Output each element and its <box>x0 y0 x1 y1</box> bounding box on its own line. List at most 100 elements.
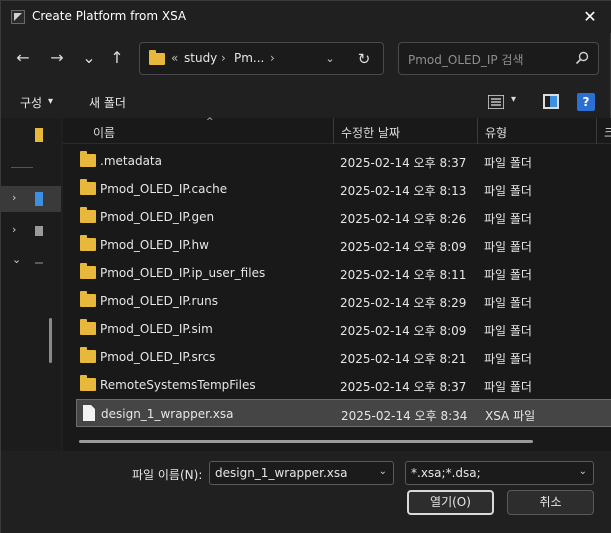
file-type: 파일 폴더 <box>484 156 532 170</box>
file-dialog-window: Create Platform from XSA ✕ ← → ⌄ ↑ « stu… <box>0 0 611 533</box>
file-name: Pmod_OLED_IP.hw <box>100 238 209 252</box>
file-type-dropdown-icon[interactable]: ⌄ <box>579 466 587 477</box>
organize-button[interactable]: 구성 <box>20 94 42 111</box>
file-date-modified: 2025-02-14 오후 8:37 <box>340 156 467 170</box>
column-divider[interactable] <box>333 118 334 144</box>
breadcrumb-item-pmod[interactable]: Pm... <box>234 51 264 65</box>
folder-icon <box>149 50 165 65</box>
command-bar: 구성 ▾ 새 폴더 ▾ ? <box>1 87 611 117</box>
folder-icon <box>80 319 96 335</box>
sort-ascending-icon: ^ <box>206 117 214 127</box>
file-type-filter[interactable]: *.xsa;*.dsa; ⌄ <box>405 461 594 485</box>
file-name: Pmod_OLED_IP.cache <box>100 182 228 196</box>
folder-icon <box>80 347 96 363</box>
close-icon[interactable]: ✕ <box>578 5 602 29</box>
file-date-modified: 2025-02-14 오후 8:29 <box>340 296 467 310</box>
folder-row[interactable]: Pmod_OLED_IP.srcs 2025-02-14 오후 8:21 파일 폴더 <box>76 343 611 371</box>
column-header: ^ 이름 수정한 날짜 유형 크 <box>63 117 611 144</box>
forward-arrow-icon[interactable]: → <box>46 47 68 69</box>
folder-icon <box>80 375 96 391</box>
file-type: 파일 폴더 <box>484 352 532 366</box>
breadcrumb-overflow[interactable]: « <box>171 51 178 65</box>
address-bar[interactable]: « study › Pm... › ⌄ ↻ <box>139 42 384 75</box>
expand-chevron-icon[interactable]: › <box>12 191 16 204</box>
nav-item[interactable]: ⌄ <box>1 248 61 274</box>
horizontal-scrollbar[interactable] <box>79 440 533 443</box>
file-date-modified: 2025-02-14 오후 8:13 <box>340 184 467 198</box>
column-size[interactable]: 크 <box>604 124 611 141</box>
file-date-modified: 2025-02-14 오후 8:11 <box>340 268 467 282</box>
address-dropdown-icon[interactable]: ⌄ <box>321 50 339 68</box>
file-type: 파일 폴더 <box>484 380 532 394</box>
file-name: Pmod_OLED_IP.gen <box>100 210 215 224</box>
view-options-chevron-icon[interactable]: ▾ <box>511 94 516 105</box>
filename-dropdown-icon[interactable]: ⌄ <box>379 466 387 477</box>
file-type: 파일 폴더 <box>484 240 532 254</box>
file-type-value: *.xsa;*.dsa; <box>411 466 481 480</box>
folder-icon <box>35 128 43 142</box>
title-bar: Create Platform from XSA ✕ <box>1 1 611 33</box>
search-box[interactable]: Pmod_OLED_IP 검색 <box>398 42 599 75</box>
drive-icon <box>35 226 43 236</box>
dialog-footer: 파일 이름(N): design_1_wrapper.xsa ⌄ *.xsa;*… <box>1 451 611 533</box>
file-name: Pmod_OLED_IP.srcs <box>100 350 216 364</box>
folder-icon <box>80 291 96 307</box>
open-button[interactable]: 열기(O) <box>407 490 494 515</box>
filename-label: 파일 이름(N): <box>132 468 203 482</box>
nav-item[interactable] <box>1 122 61 148</box>
file-date-modified: 2025-02-14 오후 8:34 <box>341 409 468 423</box>
file-type: XSA 파일 <box>485 409 536 423</box>
column-date-modified[interactable]: 수정한 날짜 <box>341 124 400 141</box>
nav-divider <box>11 167 33 168</box>
back-arrow-icon[interactable]: ← <box>12 47 34 69</box>
folder-row[interactable]: RemoteSystemsTempFiles 2025-02-14 오후 8:37… <box>76 371 611 399</box>
search-icon <box>575 51 589 65</box>
column-divider[interactable] <box>477 118 478 144</box>
recent-locations-chevron-icon[interactable]: ⌄ <box>78 47 100 69</box>
file-type: 파일 폴더 <box>484 212 532 226</box>
folder-icon <box>80 151 96 167</box>
filename-value[interactable]: design_1_wrapper.xsa <box>215 466 348 480</box>
help-icon[interactable]: ? <box>577 93 595 111</box>
file-date-modified: 2025-02-14 오후 8:37 <box>340 380 467 394</box>
file-date-modified: 2025-02-14 오후 8:21 <box>340 352 467 366</box>
filename-field[interactable]: design_1_wrapper.xsa ⌄ <box>209 461 394 485</box>
search-input[interactable]: Pmod_OLED_IP 검색 <box>408 51 524 68</box>
breadcrumb-separator[interactable]: › <box>270 51 275 65</box>
folder-row[interactable]: .metadata 2025-02-14 오후 8:37 파일 폴더 <box>76 147 611 175</box>
collapse-chevron-icon[interactable]: ⌄ <box>12 253 21 266</box>
nav-item-selected[interactable]: › <box>1 186 61 212</box>
folder-row[interactable]: Pmod_OLED_IP.sim 2025-02-14 오후 8:09 파일 폴더 <box>76 315 611 343</box>
nav-item[interactable]: › <box>1 218 61 244</box>
view-options-icon[interactable] <box>488 95 504 109</box>
file-name: Pmod_OLED_IP.ip_user_files <box>100 266 266 280</box>
network-icon <box>35 262 43 264</box>
folder-row[interactable]: Pmod_OLED_IP.gen 2025-02-14 오후 8:26 파일 폴더 <box>76 203 611 231</box>
nav-scrollbar[interactable] <box>49 318 52 363</box>
navigation-bar: ← → ⌄ ↑ « study › Pm... › ⌄ ↻ Pmod_OLED_… <box>1 37 611 81</box>
column-name[interactable]: 이름 <box>93 124 115 141</box>
expand-chevron-icon[interactable]: › <box>12 223 16 236</box>
file-icon <box>83 405 95 421</box>
folder-row[interactable]: Pmod_OLED_IP.runs 2025-02-14 오후 8:29 파일 폴더 <box>76 287 611 315</box>
file-date-modified: 2025-02-14 오후 8:26 <box>340 212 467 226</box>
folder-row[interactable]: Pmod_OLED_IP.ip_user_files 2025-02-14 오후 … <box>76 259 611 287</box>
new-folder-button[interactable]: 새 폴더 <box>89 94 126 111</box>
file-row[interactable]: design_1_wrapper.xsa 2025-02-14 오후 8:34 XS… <box>76 399 611 427</box>
file-name: design_1_wrapper.xsa <box>101 407 234 421</box>
navigation-pane: › › ⌄ <box>1 118 61 451</box>
column-divider[interactable] <box>596 118 597 144</box>
organize-chevron-icon[interactable]: ▾ <box>48 96 53 107</box>
window-title: Create Platform from XSA <box>32 9 187 23</box>
file-type: 파일 폴더 <box>484 324 532 338</box>
folder-row[interactable]: Pmod_OLED_IP.hw 2025-02-14 오후 8:09 파일 폴더 <box>76 231 611 259</box>
preview-pane-icon[interactable] <box>543 94 559 109</box>
file-list: ^ 이름 수정한 날짜 유형 크 .metadata 2025-02-14 오후 … <box>63 117 611 451</box>
cancel-button[interactable]: 취소 <box>507 490 594 515</box>
up-arrow-icon[interactable]: ↑ <box>106 47 128 69</box>
breadcrumb-item-study[interactable]: study <box>184 51 217 65</box>
breadcrumb-separator: › <box>221 51 226 65</box>
refresh-icon[interactable]: ↻ <box>354 49 374 69</box>
column-type[interactable]: 유형 <box>485 124 507 141</box>
folder-row[interactable]: Pmod_OLED_IP.cache 2025-02-14 오후 8:13 파일 폴… <box>76 175 611 203</box>
